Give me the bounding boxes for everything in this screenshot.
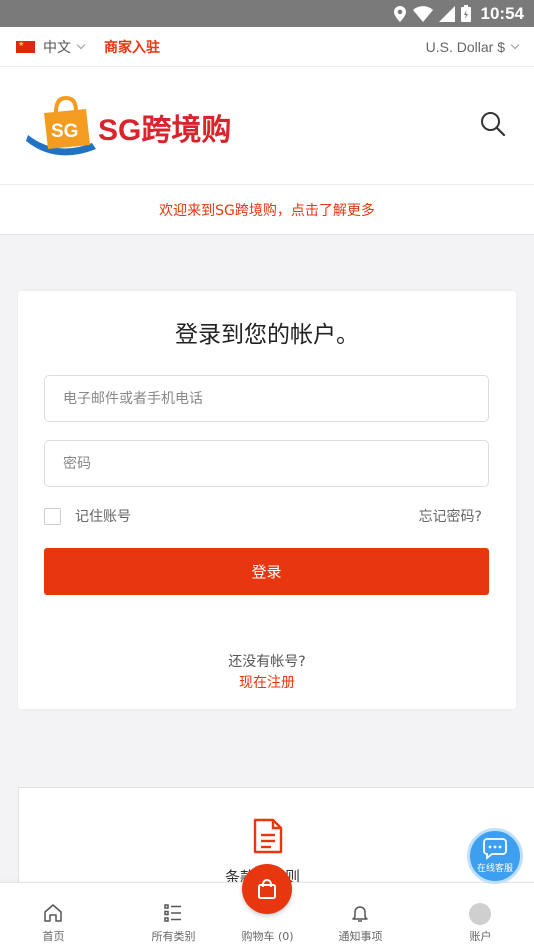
wifi-icon — [412, 5, 433, 22]
remember-label: 记住账号 — [75, 509, 131, 525]
login-card: 登录到您的帐户。 记住账号 忘记密码? 登录 还没有帐号? 现在注册 — [18, 291, 516, 709]
header: SG SG跨境购 — [0, 67, 534, 185]
logo-text: SG跨境购 — [98, 113, 231, 147]
customer-service-button[interactable]: 在线客服 — [467, 828, 523, 884]
welcome-banner[interactable]: 欢迎来到SG跨境购，点击了解更多 — [0, 185, 534, 235]
chevron-down-icon[interactable] — [510, 40, 520, 50]
forgot-password-link[interactable]: 忘记密码? — [419, 506, 482, 526]
remember-checkbox[interactable] — [44, 507, 61, 525]
top-bar: 中文 商家入驻 U.S. Dollar $ — [0, 27, 534, 67]
language-selector[interactable]: 中文 — [43, 37, 71, 57]
shopping-bag-icon — [258, 879, 276, 899]
bell-icon — [352, 906, 368, 922]
status-time: 10:54 — [480, 3, 524, 23]
login-button[interactable]: 登录 — [44, 548, 489, 595]
list-icon — [164, 904, 181, 922]
status-bar: 10:54 — [0, 0, 534, 27]
nav-categories-label: 所有类别 — [151, 930, 196, 943]
site-logo[interactable]: SG SG跨境购 — [26, 95, 256, 157]
customer-service-label: 在线客服 — [476, 864, 513, 874]
nav-home[interactable]: 首页 — [0, 883, 107, 950]
welcome-text: 欢迎来到SG跨境购，点击了解更多 — [159, 202, 375, 219]
avatar-icon — [469, 903, 491, 925]
chevron-down-icon[interactable] — [76, 40, 86, 50]
location-icon — [393, 5, 406, 22]
cart-button[interactable] — [242, 864, 292, 914]
nav-account[interactable]: 账户 — [427, 883, 534, 950]
china-flag-icon — [16, 40, 35, 53]
search-button[interactable] — [480, 111, 506, 137]
nav-account-label: 账户 — [469, 930, 492, 943]
nav-notifications[interactable]: 通知事项 — [307, 883, 414, 950]
chat-icon — [483, 838, 507, 860]
remember-account[interactable]: 记住账号 — [44, 506, 131, 526]
login-title: 登录到您的帐户。 — [175, 322, 359, 348]
no-account-text: 还没有帐号? — [228, 654, 306, 670]
signal-icon — [438, 5, 455, 22]
document-icon — [253, 818, 283, 854]
shopping-bag-logo-icon: SG SG跨境购 — [26, 95, 231, 156]
search-icon — [481, 112, 506, 137]
battery-icon — [460, 5, 471, 22]
email-phone-input[interactable] — [44, 375, 489, 422]
password-input[interactable] — [44, 440, 489, 487]
logo-badge-text: SG — [51, 121, 78, 142]
nav-home-label: 首页 — [42, 930, 65, 943]
nav-cart-label: 购物车 (0) — [241, 930, 294, 943]
home-icon — [44, 904, 62, 922]
nav-notifications-label: 通知事项 — [338, 930, 383, 943]
currency-selector[interactable]: U.S. Dollar $ — [426, 39, 505, 55]
nav-categories[interactable]: 所有类别 — [120, 883, 227, 950]
register-link[interactable]: 现在注册 — [18, 672, 516, 692]
merchant-signup-link[interactable]: 商家入驻 — [104, 37, 160, 57]
